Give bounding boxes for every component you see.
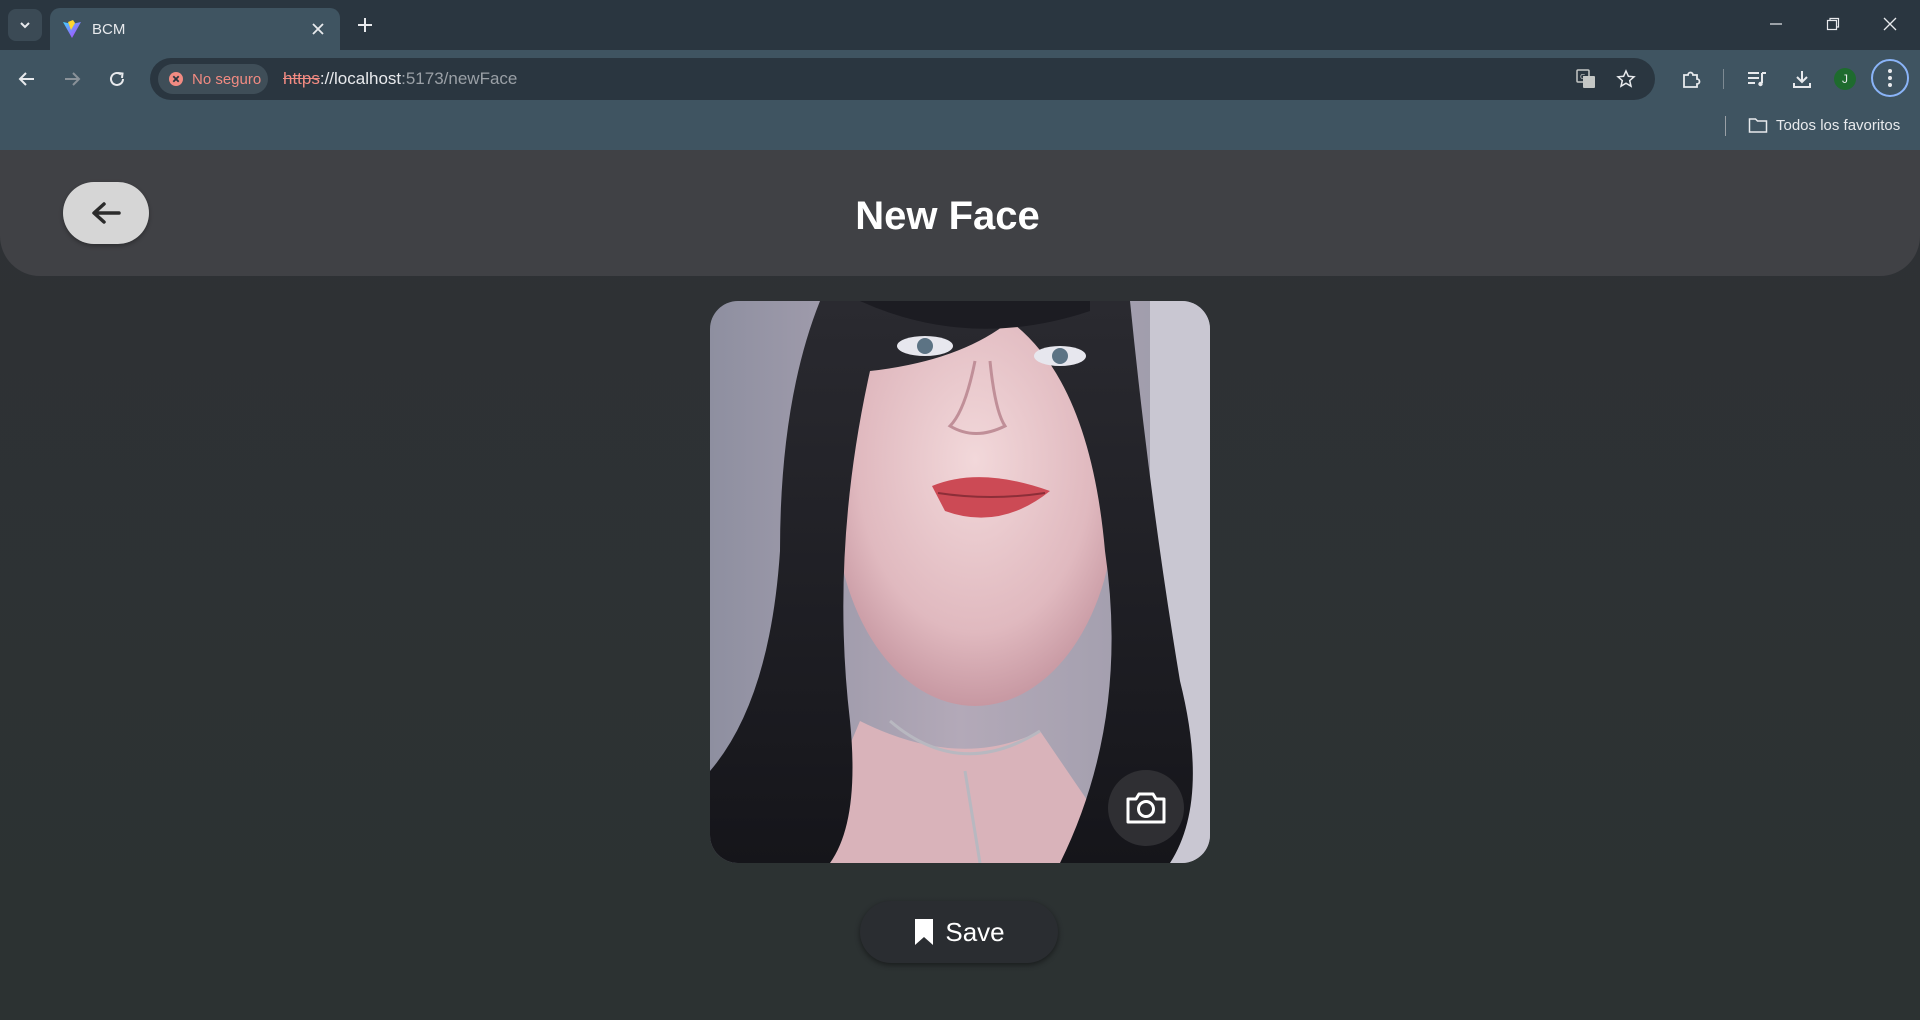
url-host: ://localhost bbox=[319, 69, 402, 88]
plus-icon bbox=[358, 18, 372, 32]
change-photo-button[interactable] bbox=[1108, 770, 1184, 846]
page-title: New Face bbox=[855, 194, 1040, 238]
minimize-icon bbox=[1770, 23, 1782, 25]
star-icon[interactable] bbox=[1614, 67, 1638, 91]
arrow-left-icon bbox=[18, 72, 34, 86]
save-button[interactable]: Save bbox=[860, 901, 1058, 963]
close-window-button[interactable] bbox=[1872, 10, 1908, 38]
url-text: https://localhost:5173/newFace bbox=[283, 69, 517, 89]
forward-nav-button[interactable] bbox=[57, 64, 87, 94]
downloads-button[interactable] bbox=[1787, 64, 1817, 94]
app-page: New Face Save bbox=[0, 150, 1920, 1020]
new-tab-button[interactable] bbox=[352, 12, 378, 38]
svg-text:G: G bbox=[1580, 73, 1585, 81]
bookmark-icon bbox=[915, 919, 934, 945]
close-icon bbox=[1883, 17, 1897, 31]
toolbar-divider bbox=[1723, 69, 1724, 89]
url-scheme: https bbox=[283, 69, 320, 88]
reload-icon bbox=[110, 71, 124, 86]
warning-circle-icon bbox=[168, 71, 184, 87]
more-vertical-icon bbox=[1888, 69, 1892, 87]
all-bookmarks-folder[interactable]: Todos los favoritos bbox=[1748, 116, 1900, 134]
camera-icon bbox=[1126, 792, 1166, 824]
vite-logo-icon bbox=[62, 19, 82, 39]
browser-menu-button[interactable] bbox=[1871, 59, 1909, 97]
restore-icon bbox=[1826, 17, 1840, 31]
address-bar[interactable]: No seguro https://localhost:5173/newFace… bbox=[150, 58, 1655, 100]
extensions-button[interactable] bbox=[1676, 64, 1706, 94]
bookmarks-divider bbox=[1725, 116, 1726, 136]
arrow-right-icon bbox=[65, 72, 81, 86]
restore-button[interactable] bbox=[1815, 10, 1851, 38]
profile-avatar[interactable]: J bbox=[1834, 68, 1856, 90]
chevron-down-icon bbox=[20, 22, 30, 29]
tab-close-icon[interactable] bbox=[306, 17, 330, 41]
queue-music-icon bbox=[1748, 72, 1766, 87]
save-button-label: Save bbox=[945, 916, 1005, 947]
url-path: :5173/newFace bbox=[401, 69, 518, 88]
tab-title: BCM bbox=[92, 20, 126, 38]
tab-search-button[interactable] bbox=[8, 9, 42, 41]
site-security-chip[interactable]: No seguro bbox=[158, 64, 268, 94]
reload-button[interactable] bbox=[102, 64, 132, 94]
translate-icon[interactable]: G bbox=[1574, 67, 1598, 91]
back-nav-button[interactable] bbox=[12, 64, 42, 94]
browser-tab-active[interactable]: BCM bbox=[50, 8, 340, 50]
download-icon bbox=[1793, 71, 1811, 88]
security-label: No seguro bbox=[192, 70, 262, 88]
bookmarks-folder-label: Todos los favoritos bbox=[1776, 116, 1901, 134]
media-control-button[interactable] bbox=[1742, 64, 1772, 94]
puzzle-icon bbox=[1683, 71, 1701, 88]
app-header: New Face bbox=[0, 150, 1920, 276]
folder-icon bbox=[1748, 118, 1768, 133]
minimize-button[interactable] bbox=[1758, 10, 1794, 38]
bookmarks-bar bbox=[0, 108, 1920, 150]
